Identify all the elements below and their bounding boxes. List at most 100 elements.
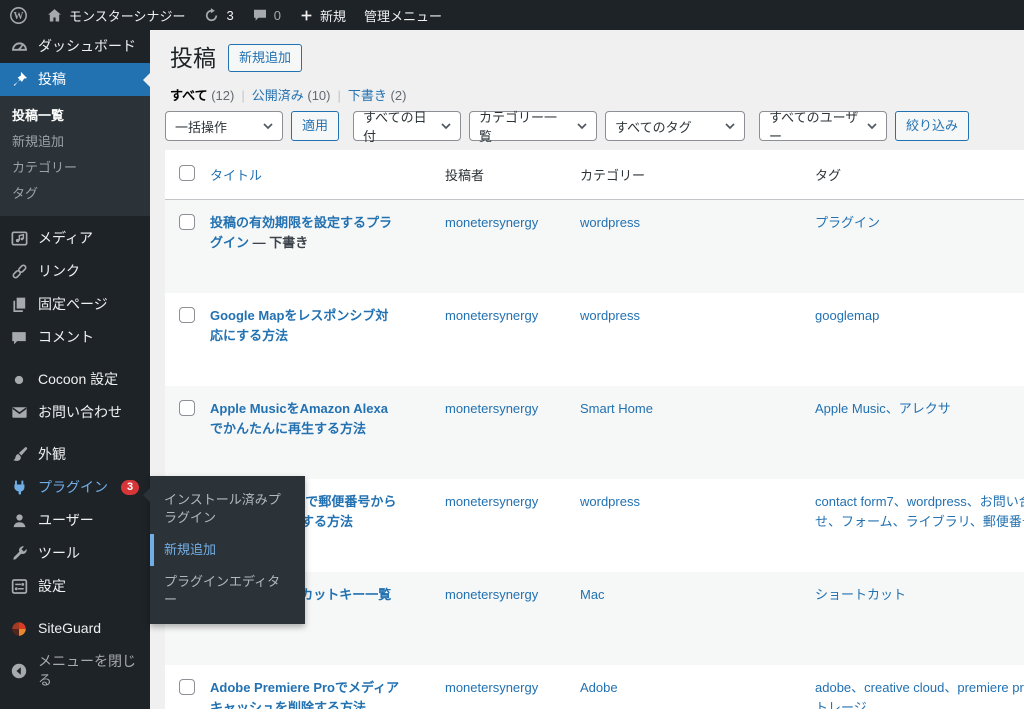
- sidebar-item-pages[interactable]: 固定ページ: [0, 288, 150, 321]
- table-header-row: タイトル 投稿者 カテゴリー タグ: [165, 150, 1024, 200]
- submenu-item-tags[interactable]: タグ: [0, 181, 150, 207]
- add-new-post-button[interactable]: 新規追加: [228, 44, 302, 72]
- author-link[interactable]: monetersynergy: [445, 678, 538, 698]
- row-checkbox[interactable]: [179, 679, 195, 695]
- sidebar-item-links[interactable]: リンク: [0, 255, 150, 288]
- collapse-arrow-icon: [9, 662, 29, 680]
- select-all-checkbox[interactable]: [179, 165, 195, 181]
- date-filter-select[interactable]: すべての日付: [353, 111, 461, 141]
- comment-count: 0: [274, 8, 281, 23]
- tag-links[interactable]: googlemap: [815, 306, 879, 326]
- post-state: — 下書き: [249, 235, 308, 250]
- row-checkbox[interactable]: [179, 400, 195, 416]
- manage-menu-item[interactable]: 管理メニュー: [355, 0, 451, 30]
- row-checkbox[interactable]: [179, 307, 195, 323]
- sidebar-item-tools[interactable]: ツール: [0, 537, 150, 570]
- sidebar-item-comments[interactable]: コメント: [0, 321, 150, 354]
- sidebar-label: ダッシュボード: [38, 37, 136, 56]
- new-content-menu[interactable]: 新規: [290, 0, 355, 30]
- post-title-link[interactable]: Apple MusicをAmazon Alexaでかんたんに再生する方法: [210, 401, 388, 436]
- comments-menu[interactable]: 0: [243, 0, 290, 30]
- submenu-item-add-new[interactable]: 新規追加: [0, 129, 150, 155]
- post-title-link[interactable]: Google Mapをレスポンシブ対応にする方法: [210, 308, 388, 343]
- submenu-item-all-posts[interactable]: 投稿一覧: [0, 103, 150, 129]
- sidebar-item-cocoon-settings[interactable]: Cocoon 設定: [0, 363, 150, 396]
- author-link[interactable]: monetersynergy: [445, 399, 538, 419]
- tag-links[interactable]: ショートカット: [815, 585, 906, 605]
- view-published-link[interactable]: 公開済み: [252, 88, 304, 103]
- wrench-icon: [9, 544, 29, 563]
- tag-filter-select[interactable]: すべてのタグ: [605, 111, 745, 141]
- category-link[interactable]: Smart Home: [580, 399, 653, 419]
- dashboard-gauge-icon: [9, 37, 29, 56]
- sidebar-item-media[interactable]: メディア: [0, 222, 150, 255]
- admin-sidebar: ダッシュボード 投稿 投稿一覧 新規追加 カテゴリー タグ メディア リンク 固…: [0, 30, 150, 709]
- sidebar-label: プラグイン: [38, 478, 108, 497]
- tag-links[interactable]: adobe、creative cloud、premiere pro、ストレージ: [815, 678, 1024, 709]
- sidebar-label: お問い合わせ: [38, 403, 122, 422]
- plugin-update-badge: 3: [121, 480, 139, 495]
- sidebar-label: コメント: [38, 328, 94, 347]
- tag-links[interactable]: contact form7、wordpress、お問い合わせ、フォーム、ライブラ…: [815, 492, 1024, 532]
- tags-header: タグ: [815, 165, 1024, 184]
- bulk-actions-select[interactable]: 一括操作: [165, 111, 283, 141]
- post-title-link[interactable]: Adobe Premiere Proでメディアキャッシュを削除する方法: [210, 680, 399, 709]
- sidebar-item-contact[interactable]: お問い合わせ: [0, 396, 150, 429]
- author-link[interactable]: monetersynergy: [445, 306, 538, 326]
- sidebar-label: メニューを閉じる: [38, 652, 142, 690]
- submenu-item-categories[interactable]: カテゴリー: [0, 155, 150, 181]
- view-draft-link[interactable]: 下書き: [348, 88, 387, 103]
- sidebar-item-dashboard[interactable]: ダッシュボード: [0, 30, 150, 63]
- wordpress-logo-menu[interactable]: W: [0, 0, 37, 30]
- list-table-toolbar: 一括操作 適用 すべての日付 カテゴリー一覧 すべてのタグ すべてのユーザー 絞…: [165, 111, 1024, 141]
- sidebar-item-posts[interactable]: 投稿: [0, 63, 150, 96]
- siteguard-logo-icon: [9, 620, 29, 638]
- author-link[interactable]: monetersynergy: [445, 585, 538, 605]
- category-filter-select[interactable]: カテゴリー一覧: [469, 111, 597, 141]
- posts-list-table: タイトル 投稿者 カテゴリー タグ 投稿の有効期限を設定するプラグイン — 下書…: [165, 150, 1024, 709]
- category-link[interactable]: Adobe: [580, 678, 618, 698]
- sidebar-item-settings[interactable]: 設定: [0, 570, 150, 603]
- flyout-item-add-new-plugin[interactable]: 新規追加: [150, 534, 305, 566]
- category-link[interactable]: Mac: [580, 585, 605, 605]
- cocoon-dot-icon: [9, 371, 29, 389]
- category-link[interactable]: wordpress: [580, 492, 640, 512]
- filter-button[interactable]: 絞り込み: [895, 111, 969, 141]
- sidebar-label: メディア: [38, 229, 93, 248]
- apply-button[interactable]: 適用: [291, 111, 339, 141]
- collapse-menu-button[interactable]: メニューを閉じる: [0, 645, 150, 697]
- category-link[interactable]: wordpress: [580, 213, 640, 233]
- sidebar-label: 外観: [38, 445, 66, 464]
- sidebar-item-users[interactable]: ユーザー: [0, 504, 150, 537]
- sidebar-item-appearance[interactable]: 外観: [0, 438, 150, 471]
- flyout-item-installed-plugins[interactable]: インストール済みプラグイン: [150, 484, 305, 534]
- sidebar-label: 投稿: [38, 70, 66, 89]
- sort-title-header[interactable]: タイトル: [210, 168, 262, 183]
- chevron-down-icon: [441, 123, 451, 130]
- tag-links[interactable]: プラグイン: [815, 213, 880, 233]
- svg-text:W: W: [14, 11, 24, 22]
- sidebar-item-plugins[interactable]: プラグイン 3: [0, 471, 150, 504]
- sidebar-item-siteguard[interactable]: SiteGuard: [0, 612, 150, 645]
- row-checkbox[interactable]: [179, 214, 195, 230]
- new-label: 新規: [320, 6, 346, 25]
- table-row: Apple MusicをAmazon Alexaでかんたんに再生する方法 mon…: [165, 386, 1024, 479]
- wordpress-logo-icon: W: [9, 6, 28, 25]
- sidebar-label: ユーザー: [38, 511, 94, 530]
- update-count: 3: [226, 8, 233, 23]
- plugins-flyout-menu: インストール済みプラグイン 新規追加 プラグインエディター: [150, 476, 305, 624]
- author-link[interactable]: monetersynergy: [445, 213, 538, 233]
- view-all-link[interactable]: すべて: [170, 88, 208, 103]
- sidebar-label: 固定ページ: [38, 295, 108, 314]
- category-link[interactable]: wordpress: [580, 306, 640, 326]
- updates-menu[interactable]: 3: [194, 0, 242, 30]
- posts-submenu: 投稿一覧 新規追加 カテゴリー タグ: [0, 96, 150, 216]
- author-link[interactable]: monetersynergy: [445, 492, 538, 512]
- sidebar-label: SiteGuard: [38, 619, 101, 638]
- sidebar-label: ツール: [38, 544, 80, 563]
- site-name-menu[interactable]: モンスターシナジー: [37, 0, 194, 30]
- author-filter-select[interactable]: すべてのユーザー: [759, 111, 887, 141]
- settings-sliders-icon: [9, 577, 29, 596]
- flyout-item-plugin-editor[interactable]: プラグインエディター: [150, 566, 305, 616]
- tag-links[interactable]: Apple Music、アレクサ: [815, 399, 951, 419]
